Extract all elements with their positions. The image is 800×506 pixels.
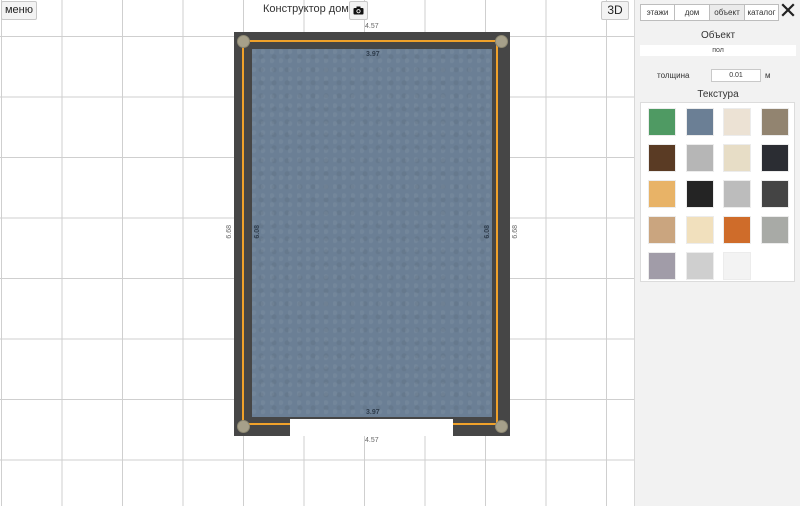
texture-grid xyxy=(640,102,795,282)
corner-handle-top-left[interactable] xyxy=(237,35,250,48)
app-title: Конструктор дома xyxy=(263,3,355,15)
dim-top-inner: 3.97 xyxy=(366,51,380,58)
tab-catalog[interactable]: каталог xyxy=(744,4,779,21)
corner-handle-bottom-right[interactable] xyxy=(495,420,508,433)
corner-handle-bottom-left[interactable] xyxy=(237,420,250,433)
wall-centerline xyxy=(242,40,498,425)
close-panel-button[interactable] xyxy=(781,3,795,17)
plan-canvas[interactable]: 4.57 3.97 3.97 4.57 6.68 6.08 6.08 6.68 … xyxy=(0,0,634,506)
panel-tabs: этажи дом объект каталог xyxy=(640,4,779,21)
dim-left-inner: 6.08 xyxy=(254,225,261,239)
texture-swatch-blue-grey[interactable] xyxy=(685,108,714,136)
texture-swatch-green-tile[interactable] xyxy=(648,108,676,136)
properties-panel: этажи дом объект каталог Объект пол толщ… xyxy=(634,0,800,506)
corner-handle-top-right[interactable] xyxy=(495,35,508,48)
texture-swatch-dotted-tile[interactable] xyxy=(648,216,676,244)
texture-swatch-grey-parquet[interactable] xyxy=(685,144,714,172)
texture-swatch-cream-wood[interactable] xyxy=(723,144,751,172)
texture-swatch-white[interactable] xyxy=(723,252,751,280)
door-opening[interactable] xyxy=(290,419,453,436)
texture-swatch-light-grey[interactable] xyxy=(685,252,714,280)
thickness-label: толщина xyxy=(657,71,690,80)
texture-swatch-dark-wood[interactable] xyxy=(648,144,676,172)
texture-swatch-grey-marble[interactable] xyxy=(723,180,751,208)
texture-swatch-grey-stone[interactable] xyxy=(760,216,789,244)
menu-button[interactable]: меню xyxy=(1,1,37,20)
texture-swatch-lilac-grey[interactable] xyxy=(648,252,676,280)
dim-top-outer: 4.57 xyxy=(365,23,379,30)
close-icon xyxy=(781,3,795,17)
view-3d-button[interactable]: 3D xyxy=(601,1,629,20)
texture-swatch-light-oak[interactable] xyxy=(648,180,676,208)
texture-swatch-pattern-tile[interactable] xyxy=(760,180,789,208)
texture-swatch-beige-wood[interactable] xyxy=(685,216,714,244)
camera-icon xyxy=(353,6,364,15)
texture-heading: Текстура xyxy=(697,89,739,100)
screenshot-button[interactable] xyxy=(349,1,368,20)
thickness-input[interactable] xyxy=(711,69,761,82)
object-type-label: пол xyxy=(640,45,796,56)
texture-swatch-black-stone[interactable] xyxy=(685,180,714,208)
tab-object[interactable]: объект xyxy=(709,4,745,21)
dim-right-inner: 6.08 xyxy=(484,225,491,239)
tab-floors[interactable]: этажи xyxy=(640,4,675,21)
dim-left-outer: 6.68 xyxy=(226,225,233,239)
thickness-unit: м xyxy=(765,71,771,80)
tab-house[interactable]: дом xyxy=(674,4,710,21)
dim-bottom-outer: 4.57 xyxy=(365,437,379,444)
texture-swatch-orange-pattern[interactable] xyxy=(723,216,751,244)
dim-bottom-inner: 3.97 xyxy=(366,409,380,416)
panel-heading: Объект xyxy=(700,30,736,41)
texture-swatch-black-texture[interactable] xyxy=(760,144,789,172)
texture-swatch-grey-wood[interactable] xyxy=(760,108,789,136)
texture-swatch-light-wood[interactable] xyxy=(723,108,751,136)
dim-right-outer: 6.68 xyxy=(512,225,519,239)
